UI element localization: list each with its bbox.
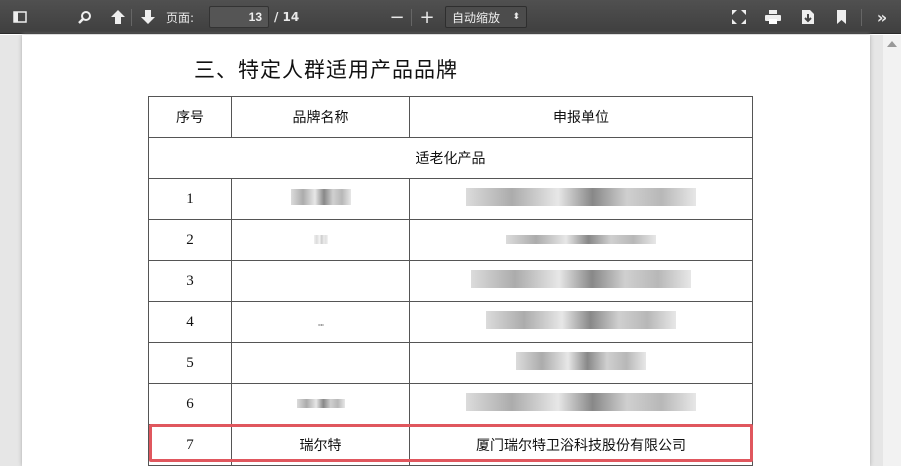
- table-header: 序号 品牌名称 申报单位: [148, 96, 753, 138]
- table-row: 3: [148, 260, 753, 302]
- header-company: 申报单位: [409, 96, 753, 138]
- redacted-company: [409, 301, 753, 343]
- row-no: 1: [148, 178, 232, 220]
- redacted-brand: [231, 383, 410, 425]
- zoom-out-icon[interactable]: −: [388, 0, 406, 34]
- category-row: 适老化产品: [148, 137, 753, 179]
- scrollbar[interactable]: [883, 35, 901, 466]
- previous-page-icon[interactable]: [107, 0, 129, 34]
- pdf-toolbar: 页面: 13 / 14 − + 自动缩放 ⬍ »: [0, 0, 901, 34]
- page-total: / 14: [274, 10, 300, 24]
- fullscreen-icon[interactable]: [730, 0, 748, 34]
- header-brand: 品牌名称: [231, 96, 410, 138]
- redacted-company: [409, 342, 753, 384]
- sidebar-toggle-icon[interactable]: [8, 0, 32, 34]
- row-no: 2: [148, 219, 232, 261]
- redacted-company: [409, 383, 753, 425]
- table-row: 5: [148, 342, 753, 384]
- row-no: 3: [148, 260, 232, 302]
- header-no: 序号: [148, 96, 232, 138]
- row-no: 6: [148, 383, 232, 425]
- redacted-company: [409, 260, 753, 302]
- category-label: 适老化产品: [148, 137, 753, 179]
- page-label: 页面:: [166, 10, 195, 25]
- redacted-company: [409, 219, 753, 261]
- table-row: 2: [148, 219, 753, 261]
- search-icon[interactable]: [74, 0, 96, 34]
- zoom-select[interactable]: 自动缩放 ⬍: [445, 6, 527, 28]
- redacted-brand: [231, 178, 410, 220]
- redacted-brand: [231, 342, 410, 384]
- redacted-brand: [231, 260, 410, 302]
- row-no: 4: [148, 301, 232, 343]
- row-no: 5: [148, 342, 232, 384]
- table-row: 1: [148, 178, 753, 220]
- more-tools-icon[interactable]: »: [872, 0, 892, 34]
- redacted-company: [409, 178, 753, 220]
- table-row: 6: [148, 383, 753, 425]
- zoom-value: 自动缩放: [452, 10, 501, 25]
- zoom-in-icon[interactable]: +: [418, 0, 436, 34]
- page-current: 13: [248, 10, 262, 24]
- section-title: 三、特定人群适用产品品牌: [194, 58, 458, 82]
- brand-table: 序号 品牌名称 申报单位 适老化产品 1 2 3 4 5 6 7 瑞尔特 厦门瑞尔特…: [148, 96, 753, 466]
- redacted-brand: [231, 301, 410, 343]
- scroll-up-icon[interactable]: [887, 41, 897, 47]
- select-arrows-icon: ⬍: [512, 12, 520, 22]
- highlight-box: [149, 424, 753, 462]
- table-row: 4: [148, 301, 753, 343]
- redacted-brand: [231, 219, 410, 261]
- next-page-icon[interactable]: [137, 0, 159, 34]
- download-icon[interactable]: [800, 0, 816, 34]
- bookmark-icon[interactable]: [834, 0, 848, 34]
- print-icon[interactable]: [763, 0, 783, 34]
- page-number-input[interactable]: 13: [209, 6, 269, 28]
